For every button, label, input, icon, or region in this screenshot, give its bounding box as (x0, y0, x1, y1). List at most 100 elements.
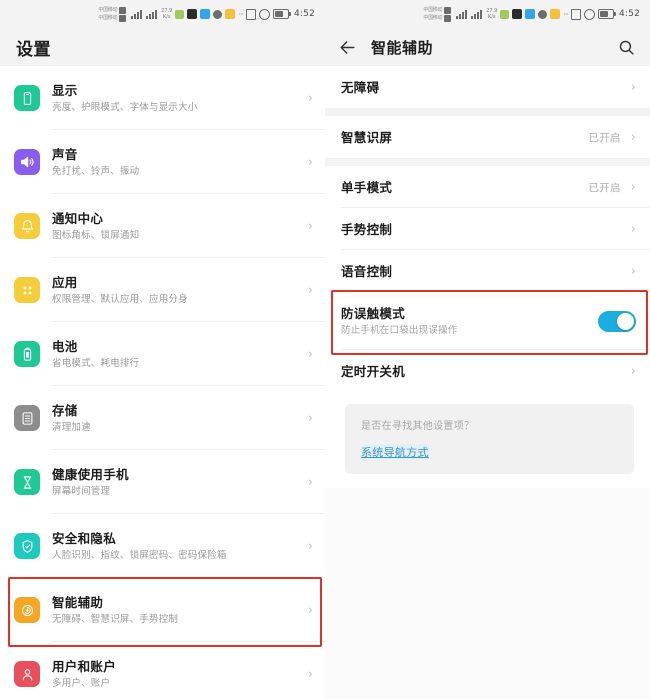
settings-row-subtitle: 屏幕时间管理 (52, 485, 111, 497)
nfc-icon (570, 8, 581, 20)
apps-grid-icon (14, 277, 40, 303)
message-icon (538, 9, 548, 19)
settings-row-text: 防误触模式 防止手机在口袋出现误操作 (341, 305, 598, 337)
settings-row[interactable]: 存储清理加速 › (0, 386, 325, 450)
chevron-right-icon: › (307, 666, 313, 682)
signal-bars-icon (131, 9, 143, 19)
settings-row-title: 智慧识屏 (341, 129, 393, 145)
settings-row-text: 应用 权限管理、默认应用、应用分身 (52, 275, 302, 306)
settings-row[interactable]: 单手模式 已开启 › (325, 166, 650, 208)
chevron-right-icon: › (307, 218, 313, 234)
settings-row-text: 通知中心 图标角标、锁屏通知 (52, 211, 302, 242)
settings-row[interactable]: 手势控制 › (325, 208, 650, 250)
settings-row-subtitle: 免打扰、铃声、振动 (52, 165, 140, 177)
app-icon-dark (512, 9, 523, 19)
chevron-right-icon: › (630, 179, 636, 195)
data-rate-unit: K/s (487, 14, 496, 20)
chevron-right-icon: › (630, 221, 636, 237)
settings-row[interactable]: 语音控制 › (325, 250, 650, 292)
chevron-right-icon: › (307, 538, 313, 554)
settings-row-subtitle: 防止手机在口袋出现误操作 (341, 325, 458, 336)
settings-row-text: 用户和账户多用户、账户 (52, 659, 302, 690)
settings-row[interactable]: 定时开关机 › (325, 350, 650, 392)
clock-time: 4:52 (618, 9, 640, 19)
chevron-right-icon: › (307, 282, 313, 298)
app-icon-blue (200, 9, 211, 19)
settings-group: 单手模式 已开启 › 手势控制 › 语音控制 › 防误触模式 防止手机在口袋出现误操作 定时开关机… (325, 166, 650, 392)
settings-row[interactable]: 用户和账户多用户、账户 › (0, 642, 325, 699)
settings-row[interactable]: 智慧识屏 已开启 › (325, 116, 650, 158)
settings-row-title: 存储 (52, 402, 78, 418)
carrier-name-2: 中国移动 (98, 15, 118, 21)
settings-row[interactable]: 应用 权限管理、默认应用、应用分身 › (0, 258, 325, 322)
settings-row-title: 用户和账户 (52, 658, 117, 674)
right-phone-screen: 中国移动 中国移动 27.9 K/s ··· 4:52 智能辅助 无障碍 › 智… (325, 0, 650, 699)
status-badge: 已开启 (588, 181, 621, 194)
chevron-right-icon: › (307, 410, 313, 426)
settings-row-title: 手势控制 (341, 221, 393, 237)
settings-row[interactable]: 无障碍 › (325, 66, 650, 108)
settings-group: 无障碍 › (325, 66, 650, 108)
chevron-right-icon: › (630, 263, 636, 279)
status-bar-left: 中国移动 中国移动 27.9 K/s ··· 4:52 (0, 0, 325, 28)
message-icon (213, 9, 223, 19)
settings-row-subtitle: 人脸识别、指纹、锁屏密码、密码保险箱 (52, 549, 227, 561)
settings-row-text: 智慧识屏 (341, 129, 588, 146)
carrier-info: 中国移动 中国移动 (423, 6, 452, 22)
status-bar-right: 中国移动 中国移动 27.9 K/s ··· 4:52 (325, 0, 650, 28)
more-icon: ··· (563, 9, 569, 19)
settings-row[interactable]: 电池 省电模式、耗电排行 › (0, 322, 325, 386)
settings-row-text: 手势控制 (341, 221, 625, 238)
sound-icon (14, 149, 40, 175)
settings-row-title: 电池 (52, 338, 78, 354)
alarm-icon (258, 8, 270, 20)
battery-icon (272, 9, 291, 19)
user-account-icon (14, 661, 40, 687)
carrier-name-1: 中国移动 (98, 7, 118, 13)
settings-row-subtitle: 无障碍、智慧识屏、手势控制 (52, 613, 179, 625)
settings-row-title: 通知中心 (52, 210, 104, 226)
settings-row[interactable]: 声音免打扰、铃声、振动 › (0, 130, 325, 194)
signal-bars-icon (146, 9, 158, 19)
app-icon-dark (187, 9, 198, 19)
toggle-switch[interactable] (598, 310, 636, 332)
signal-bars-icon (471, 9, 483, 19)
settings-row[interactable]: 健康使用手机 屏幕时间管理 › (0, 450, 325, 514)
app-icon-yellow (225, 9, 236, 19)
carrier-name-1: 中国移动 (423, 7, 443, 13)
group-gap (325, 158, 650, 166)
back-arrow-icon[interactable] (337, 37, 357, 57)
wechat-icon (500, 9, 510, 19)
settings-row[interactable]: 智能辅助 无障碍、智慧识屏、手势控制 › (0, 578, 325, 642)
suggestion-link[interactable]: 系统导航方式 (361, 444, 429, 460)
settings-row-title: 声音 (52, 146, 78, 162)
page-title: 智能辅助 (371, 38, 434, 57)
chevron-right-icon: › (307, 154, 313, 170)
search-icon[interactable] (616, 37, 636, 57)
toggle-knob (617, 312, 634, 330)
settings-row-subtitle: 清理加速 (52, 421, 91, 433)
settings-row-subtitle: 多用户、账户 (52, 677, 111, 689)
dual-screenshot-container: 中国移动 中国移动 27.9 K/s ··· 4:52 设置 显示 亮度、护眼模… (0, 0, 650, 699)
display-icon (14, 85, 40, 111)
nfc-icon (245, 8, 256, 20)
settings-row[interactable]: 安全和隐私 人脸识别、指纹、锁屏密码、密码保险箱 › (0, 514, 325, 578)
data-rate-icon: 27.9 K/s (161, 8, 172, 20)
smart-assistance-list: 无障碍 › 智慧识屏 已开启 › 单手模式 已开启 › 手势控制 › 语音控制 › 防误触模式 防止手机在… (325, 66, 650, 392)
suggestion-section: 是否在寻找其他设置项？ 系统导航方式 (325, 392, 650, 488)
data-rate-icon: 27.9 K/s (486, 8, 497, 20)
settings-row-title: 单手模式 (341, 179, 393, 195)
suggestion-question: 是否在寻找其他设置项？ (361, 421, 475, 432)
chevron-right-icon: › (630, 79, 636, 95)
settings-row-title: 健康使用手机 (52, 466, 129, 482)
carrier-info: 中国移动 中国移动 (98, 6, 127, 22)
settings-row-title: 定时开关机 (341, 363, 406, 379)
carrier-name-2: 中国移动 (423, 15, 443, 21)
settings-row-text: 声音免打扰、铃声、振动 (52, 147, 302, 178)
settings-row[interactable]: 通知中心 图标角标、锁屏通知 › (0, 194, 325, 258)
alarm-icon (583, 8, 595, 20)
clock-time: 4:52 (293, 9, 315, 19)
settings-row[interactable]: 显示 亮度、护眼模式、字体与显示大小 › (0, 66, 325, 130)
settings-row-title: 显示 (52, 82, 78, 98)
settings-row[interactable]: 防误触模式 防止手机在口袋出现误操作 (325, 292, 650, 350)
